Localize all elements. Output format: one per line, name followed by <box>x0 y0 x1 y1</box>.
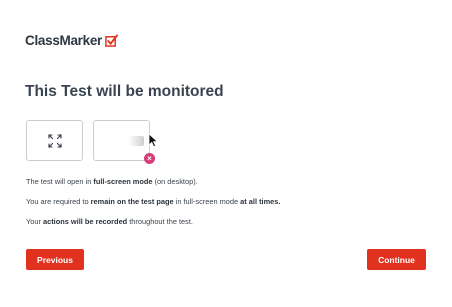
mouse-monitor-tile <box>93 120 150 161</box>
close-icon: × <box>144 153 155 164</box>
info-text: (on desktop). <box>152 177 198 186</box>
info-text: in full-screen mode <box>173 197 241 206</box>
page-title: This Test will be monitored <box>25 83 224 100</box>
checkbox-check-icon <box>105 34 119 47</box>
info-bold: remain on the test page <box>90 197 174 206</box>
cursor-motion-trail <box>128 136 144 146</box>
info-text: throughout the test. <box>127 217 193 226</box>
info-text: You are required to <box>26 197 91 206</box>
mouse-pointer-icon <box>148 133 159 148</box>
page: ClassMarker This Test will be monitored … <box>0 0 452 307</box>
info-bold: full-screen mode <box>93 177 153 186</box>
info-bold: at all times. <box>240 197 281 206</box>
info-remain-on-page: You are required to remain on the test p… <box>26 197 280 206</box>
classmarker-logo: ClassMarker <box>25 33 119 48</box>
logo-text: ClassMarker <box>25 33 103 48</box>
fullscreen-tile <box>26 120 83 161</box>
info-actions-recorded: Your actions will be recorded throughout… <box>26 217 193 226</box>
info-bold: actions will be recorded <box>43 217 128 226</box>
info-fullscreen: The test will open in full-screen mode (… <box>26 177 198 186</box>
previous-button[interactable]: Previous <box>26 249 84 270</box>
continue-button[interactable]: Continue <box>367 249 426 270</box>
info-text: The test will open in <box>26 177 94 186</box>
fullscreen-icon <box>48 134 62 148</box>
info-text: Your <box>26 217 43 226</box>
